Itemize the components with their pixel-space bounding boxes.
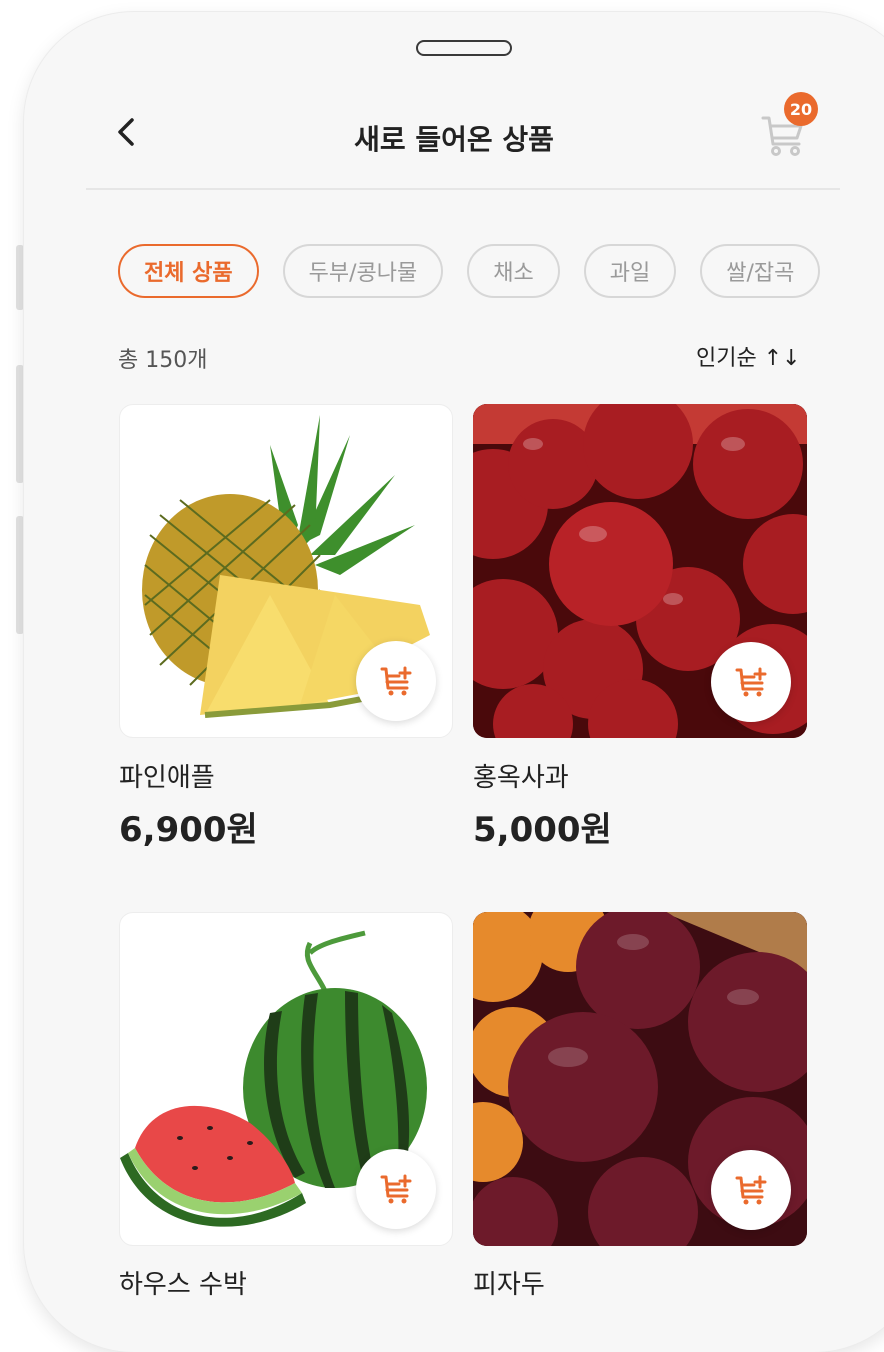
add-to-cart-icon [735, 667, 767, 697]
product-name: 하우스 수박 [119, 1270, 247, 1300]
volume-down-side-button [16, 516, 24, 634]
volume-up-side-button [16, 365, 24, 483]
add-to-cart-icon [735, 1175, 767, 1205]
sort-button[interactable]: 인기순 ↑↓ [696, 340, 801, 372]
sort-label: 인기순 ↑↓ [696, 346, 801, 371]
top-app-bar: 새로 들어온 상품 [24, 92, 884, 192]
product-price: 5,000원 [473, 810, 612, 850]
product-card[interactable] [473, 912, 807, 1246]
category-tab-tofu[interactable]: 두부/콩나물 [282, 244, 444, 298]
category-tabs: 전체 상품 두부/콩나물 채소 과일 쌀/잡곡 [118, 244, 842, 304]
add-to-cart-button[interactable] [711, 642, 791, 722]
volume-side-button [16, 245, 24, 310]
product-card[interactable] [119, 404, 453, 738]
header-divider [86, 188, 840, 190]
add-to-cart-icon [380, 1174, 412, 1204]
add-to-cart-button[interactable] [356, 641, 436, 721]
add-to-cart-button[interactable] [711, 1150, 791, 1230]
total-count: 총 150개 [118, 348, 208, 373]
category-tab-all[interactable]: 전체 상품 [118, 244, 259, 298]
page-title: 새로 들어온 상품 [354, 123, 554, 156]
add-to-cart-button[interactable] [356, 1149, 436, 1229]
cart-count-badge: 20 [784, 92, 818, 126]
product-price: 6,900원 [119, 810, 258, 850]
category-tab-fruits[interactable]: 과일 [583, 244, 677, 298]
product-name: 파인애플 [119, 763, 215, 793]
speaker-notch [416, 40, 512, 56]
category-tab-vegetables[interactable]: 채소 [467, 244, 560, 298]
product-card[interactable] [119, 912, 453, 1246]
category-tab-grains[interactable]: 쌀/잡곡 [700, 244, 821, 298]
product-name: 피자두 [473, 1270, 545, 1300]
add-to-cart-icon [380, 666, 412, 696]
product-card[interactable] [473, 404, 807, 738]
product-name: 홍옥사과 [473, 763, 569, 793]
phone-screen: 새로 들어온 상품 20 전체 상품 두부/콩나물 채소 과일 쌀/잡곡 총 150개 … [24, 12, 884, 1352]
